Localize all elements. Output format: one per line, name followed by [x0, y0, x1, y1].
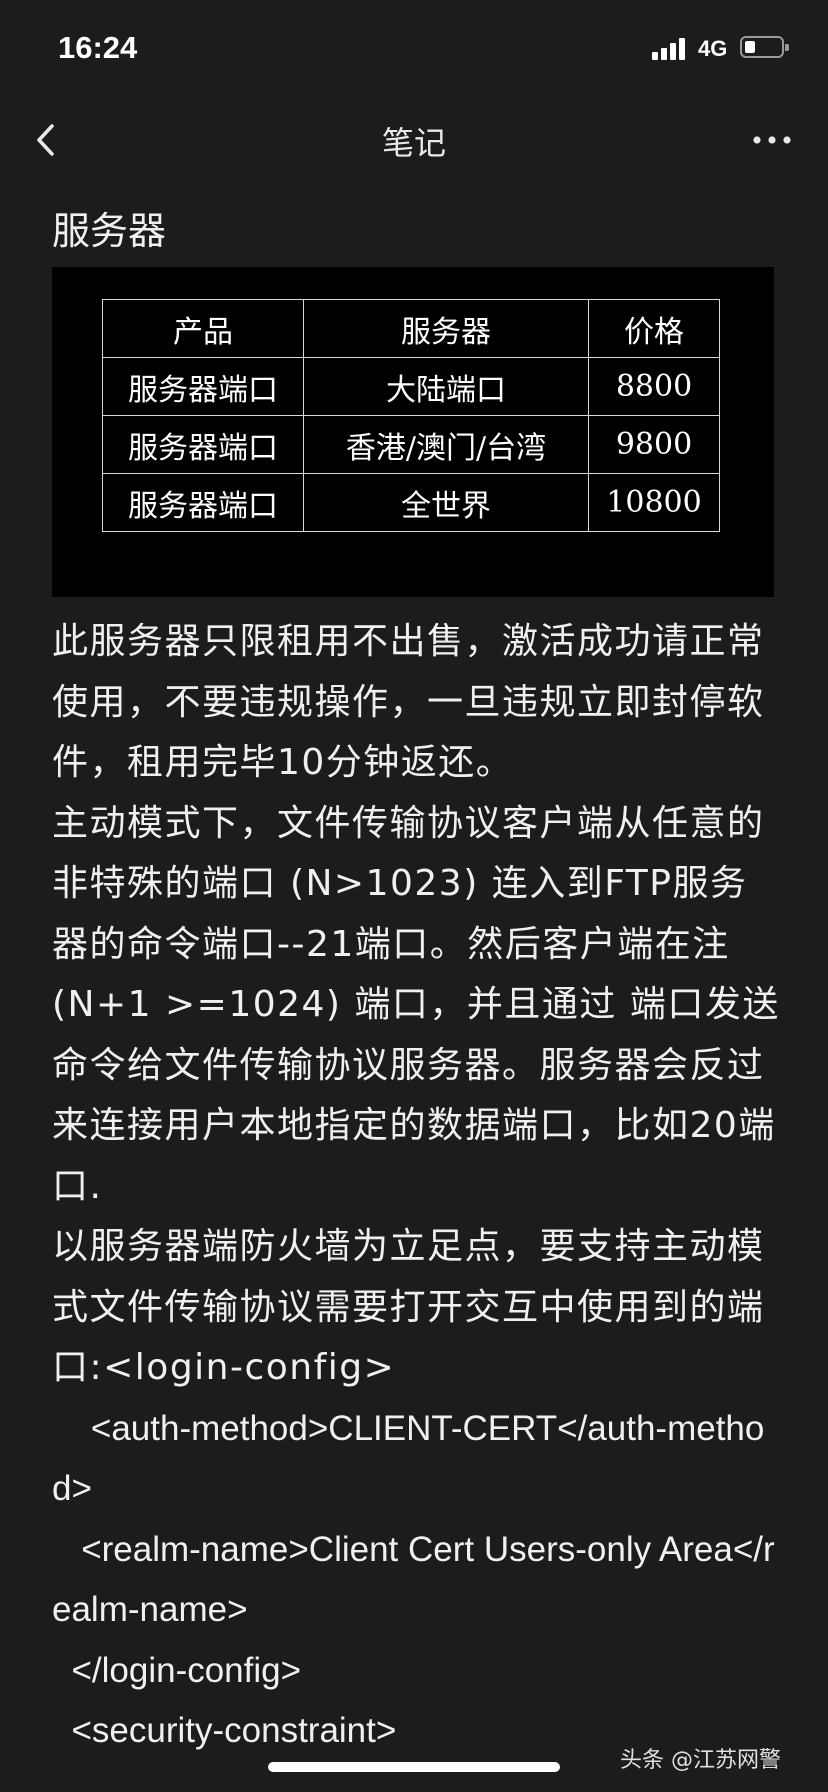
table-header-cell: 产品 [102, 299, 304, 358]
table-cell: 全世界 [303, 473, 589, 532]
price-table: 产品 服务器 价格 服务器端口 大陆端口 8800 服务器端口 香港/澳门/台湾… [102, 299, 720, 532]
table-header-cell: 价格 [588, 299, 720, 358]
table-row: 服务器端口 全世界 10800 [102, 473, 720, 532]
table-cell: 9800 [588, 415, 720, 474]
network-type: 4G [698, 36, 728, 61]
home-indicator[interactable] [268, 1762, 560, 1772]
table-header-row: 产品 服务器 价格 [102, 299, 720, 358]
watermark: 头条 @江苏网警 [620, 1748, 781, 1773]
code-line: <realm-name>Client Cert Users-only Area<… [52, 1529, 775, 1630]
table-cell: 10800 [588, 473, 720, 532]
table-row: 服务器端口 香港/澳门/台湾 9800 [102, 415, 720, 474]
table-cell: 香港/澳门/台湾 [303, 415, 589, 474]
code-line: <auth-method>CLIENT-CERT</auth-method> [52, 1408, 765, 1509]
table-row: 服务器端口 大陆端口 8800 [102, 357, 720, 416]
page-title: 笔记 [381, 124, 446, 162]
note-body[interactable]: 此服务器只限租用不出售，激活成功请正常使用，不要违规操作，一旦违规立即封停软件，… [52, 612, 782, 1762]
table-cell: 服务器端口 [102, 415, 304, 474]
status-bar: 16:24 4G [0, 0, 828, 100]
note-section-title: 服务器 [52, 209, 167, 253]
price-table-image: 产品 服务器 价格 服务器端口 大陆端口 8800 服务器端口 香港/澳门/台湾… [52, 267, 774, 597]
table-cell: 大陆端口 [303, 357, 589, 416]
table-cell: 8800 [588, 357, 720, 416]
note-paragraph: 此服务器只限租用不出售，激活成功请正常使用，不要违规操作，一旦违规立即封停软件，… [52, 621, 765, 783]
table-cell: 服务器端口 [102, 473, 304, 532]
table-header-cell: 服务器 [303, 299, 589, 358]
table-cell: 服务器端口 [102, 357, 304, 416]
note-paragraph: 主动模式下，文件传输协议客户端从任意的非特殊的端口 (N>1023) 连入到FT… [52, 802, 780, 1207]
signal-icon [652, 36, 692, 60]
battery-level [745, 41, 755, 53]
note-paragraph: 以服务器端防火墙为立足点，要支持主动模式文件传输协议需要打开交互中使用到的端口:… [52, 1226, 765, 1388]
battery-icon [740, 36, 789, 58]
status-time: 16:24 [58, 30, 138, 65]
code-line: </login-config> [52, 1650, 302, 1690]
